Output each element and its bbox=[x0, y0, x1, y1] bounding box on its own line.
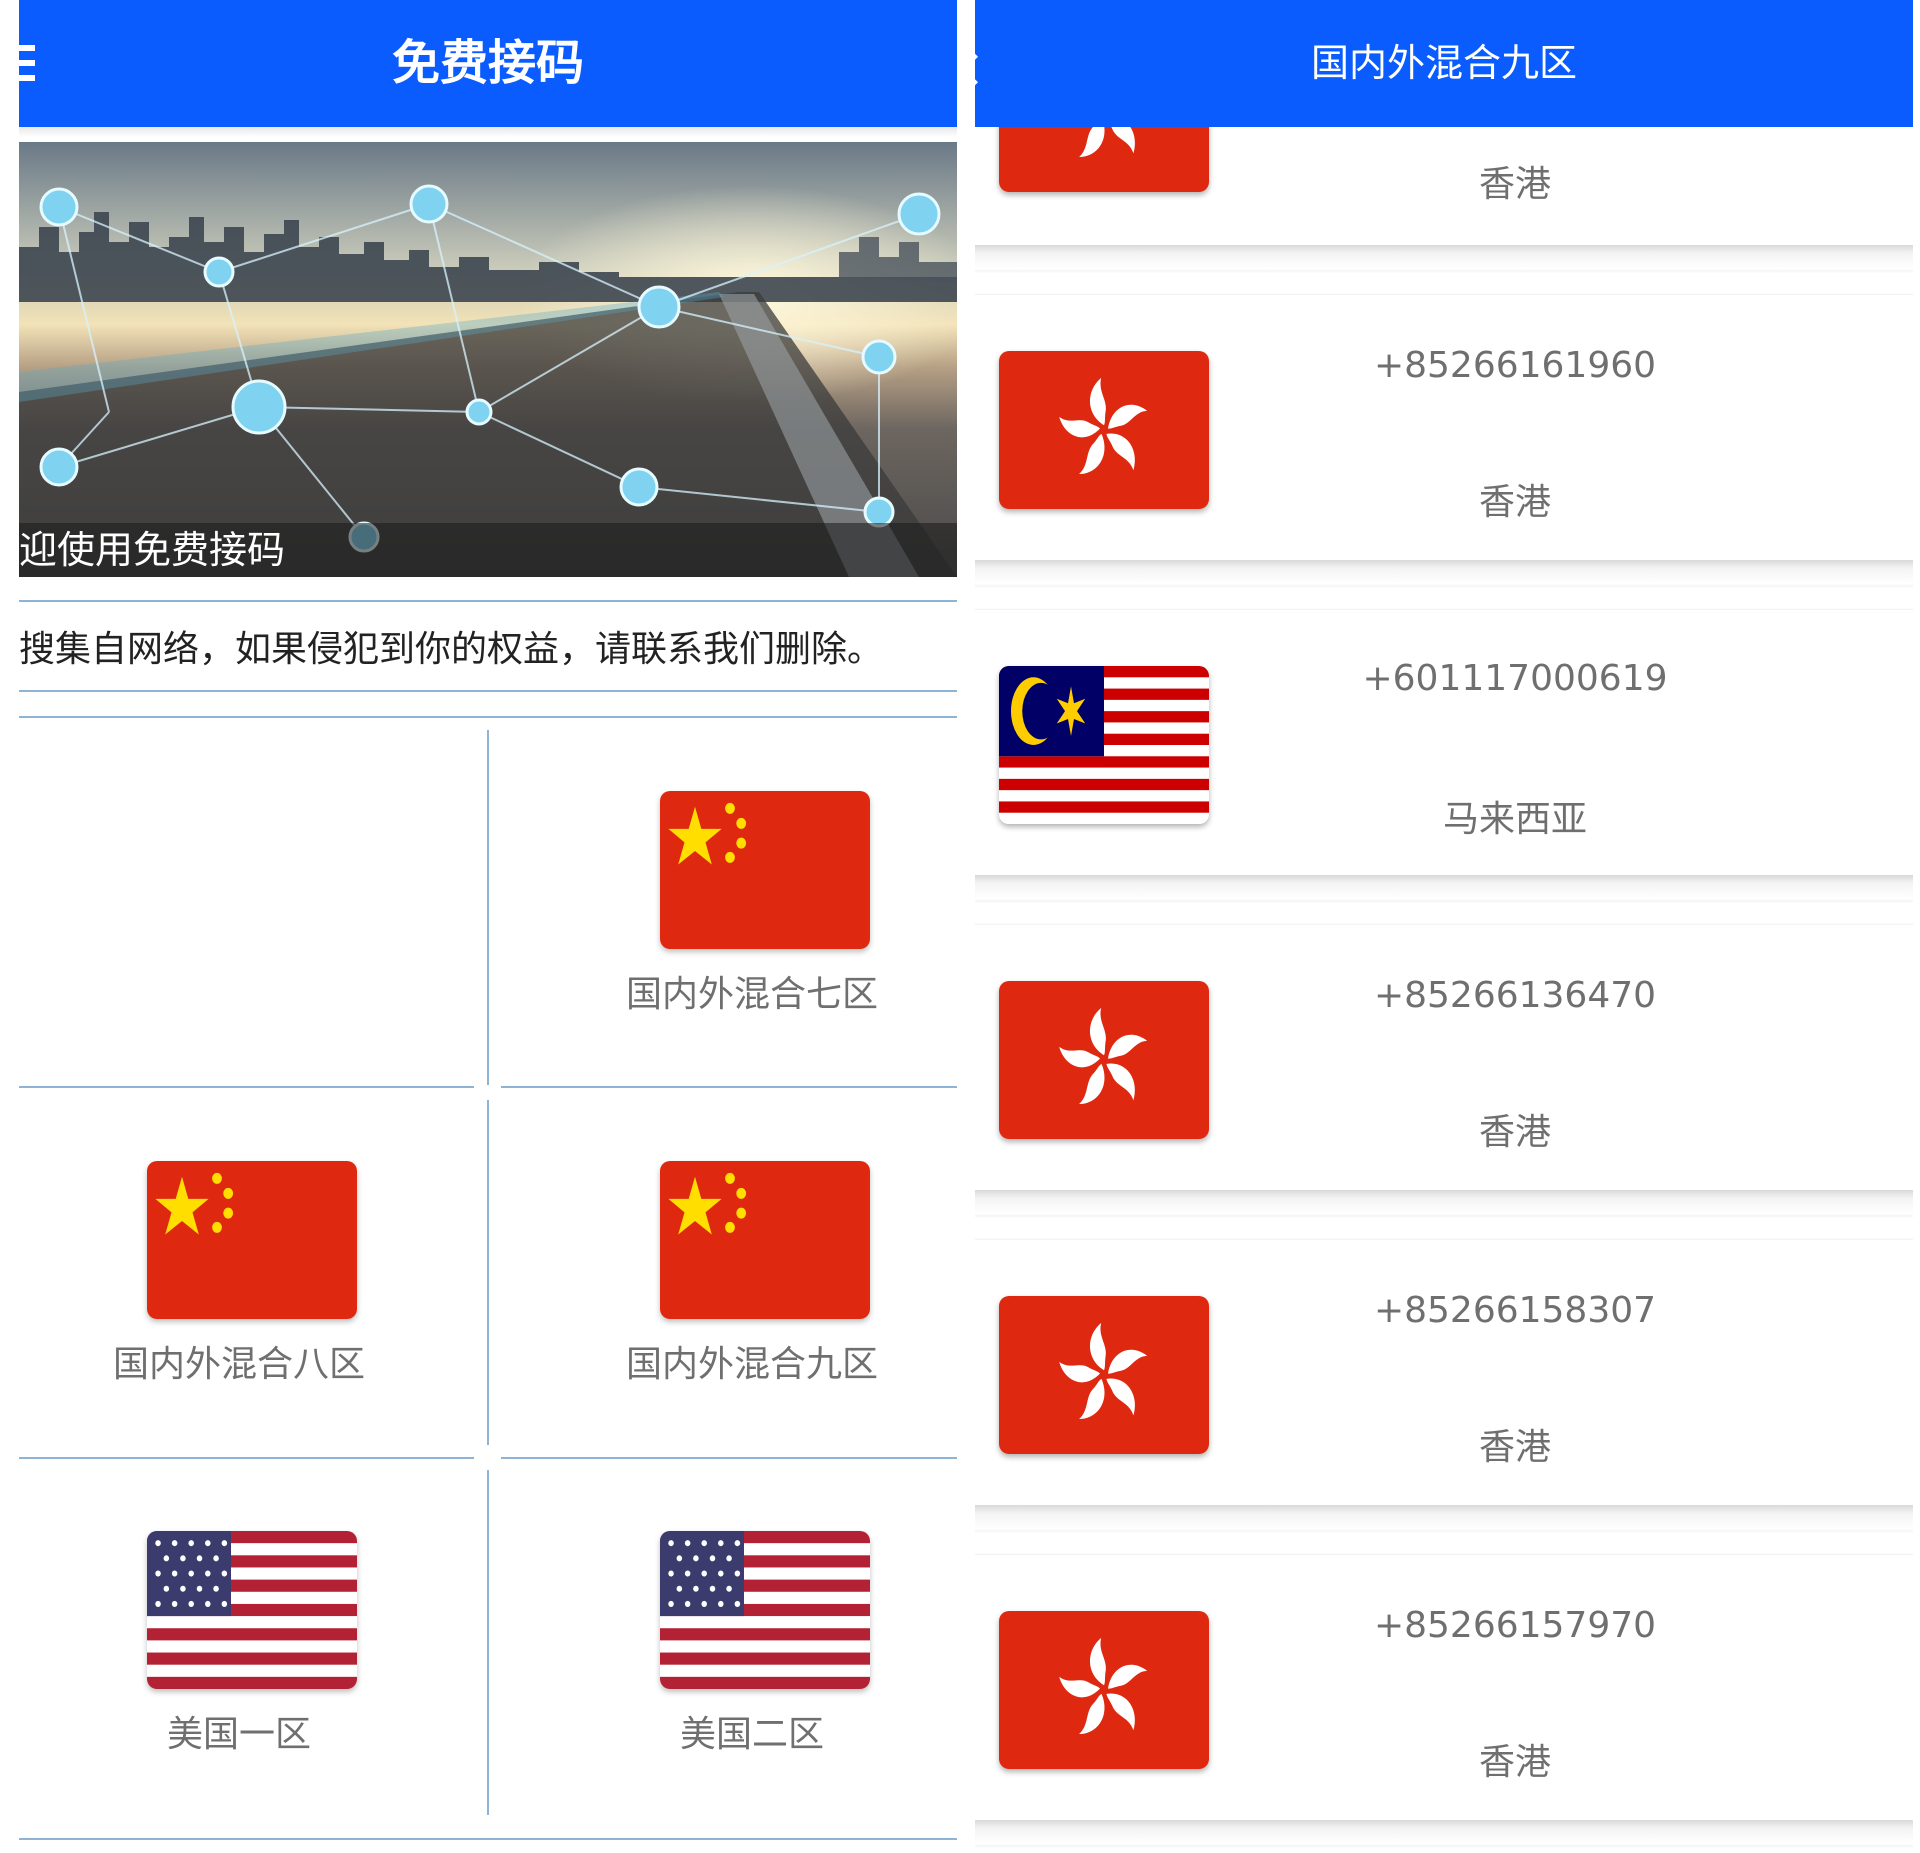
number-list-item[interactable]: +85266161960 香港 bbox=[975, 295, 1913, 560]
divider bbox=[19, 690, 957, 692]
list-separator bbox=[975, 1820, 1913, 1853]
number-list-item[interactable]: +85266158307 香港 bbox=[975, 1240, 1913, 1505]
list-separator bbox=[975, 1190, 1913, 1240]
app-bar: 免费接码 bbox=[19, 0, 957, 127]
right-screen-number-list: 香港 国内外混合九区 +85266161960 香港 +601117000619… bbox=[975, 0, 1913, 1853]
usa-flag-icon bbox=[147, 1531, 357, 1689]
grid-item-us-zone-2[interactable]: 美国二区 bbox=[552, 1500, 952, 1800]
phone-number: +85266161960 bbox=[1373, 345, 1657, 386]
grid-divider bbox=[487, 730, 489, 1085]
grid-divider bbox=[487, 1470, 489, 1815]
china-flag-icon bbox=[660, 1161, 870, 1319]
app-bar-shadow bbox=[19, 127, 957, 137]
region-name: 香港 bbox=[1478, 1742, 1551, 1783]
page-title: 免费接码 bbox=[391, 35, 584, 91]
number-list-item[interactable]: +85266157970 香港 bbox=[975, 1555, 1913, 1820]
phone-number: +85266158307 bbox=[1373, 1290, 1657, 1331]
grid-item-label: 国内外混合八区 bbox=[112, 1344, 365, 1385]
grid-item-label: 国内外混合九区 bbox=[625, 1344, 878, 1385]
banner-image bbox=[19, 142, 957, 577]
list-separator bbox=[975, 1505, 1913, 1555]
region-name: 香港 bbox=[1478, 164, 1551, 205]
region-name: 马来西亚 bbox=[1442, 799, 1587, 840]
number-list-item[interactable]: +85266136470 香港 bbox=[975, 925, 1913, 1190]
region-name: 香港 bbox=[1478, 1427, 1551, 1468]
grid-item-us-zone-1[interactable]: 美国一区 bbox=[39, 1500, 439, 1800]
disclaimer-notice: 搜集自网络，如果侵犯到你的权益，请联系我们删除。 bbox=[19, 629, 884, 670]
usa-flag-icon bbox=[660, 1531, 870, 1689]
divider bbox=[19, 1457, 474, 1459]
china-flag-icon bbox=[147, 1161, 357, 1319]
page-title: 国内外混合九区 bbox=[1310, 41, 1577, 85]
list-separator bbox=[975, 245, 1913, 295]
phone-number: +601117000619 bbox=[1362, 658, 1668, 699]
grid-item-label: 国内外混合七区 bbox=[625, 974, 878, 1015]
divider bbox=[19, 1838, 957, 1840]
grid-item-label: 美国二区 bbox=[679, 1714, 824, 1755]
china-flag-icon bbox=[660, 791, 870, 949]
banner-caption: 迎使用免费接码 bbox=[19, 523, 957, 577]
region-name: 香港 bbox=[1478, 1112, 1551, 1153]
number-list-item[interactable]: +601117000619 马来西亚 bbox=[975, 610, 1913, 875]
divider bbox=[501, 1086, 957, 1088]
list-separator bbox=[975, 875, 1913, 925]
region-name: 香港 bbox=[1478, 482, 1551, 523]
grid-item-mixed-zone-9[interactable]: 国内外混合九区 bbox=[552, 1130, 952, 1430]
grid-item-empty bbox=[39, 760, 439, 1060]
left-screen-home: 免费接码 迎使用免费接码 搜集自网络，如果侵犯到你的权益，请联系我们删除。 国内… bbox=[19, 0, 957, 1853]
grid-item-mixed-zone-7[interactable]: 国内外混合七区 bbox=[552, 760, 952, 1060]
banner-carousel[interactable]: 迎使用免费接码 bbox=[19, 142, 957, 577]
grid-item-mixed-zone-8[interactable]: 国内外混合八区 bbox=[39, 1130, 439, 1430]
grid-divider bbox=[487, 1100, 489, 1445]
list-separator bbox=[975, 560, 1913, 610]
divider bbox=[19, 600, 957, 602]
app-bar: 国内外混合九区 bbox=[975, 0, 1913, 127]
grid-item-label: 美国一区 bbox=[166, 1714, 311, 1755]
divider bbox=[501, 1457, 957, 1459]
phone-number: +85266157970 bbox=[1373, 1605, 1657, 1646]
divider bbox=[19, 716, 957, 718]
divider bbox=[19, 1086, 474, 1088]
phone-number: +85266136470 bbox=[1373, 975, 1657, 1016]
